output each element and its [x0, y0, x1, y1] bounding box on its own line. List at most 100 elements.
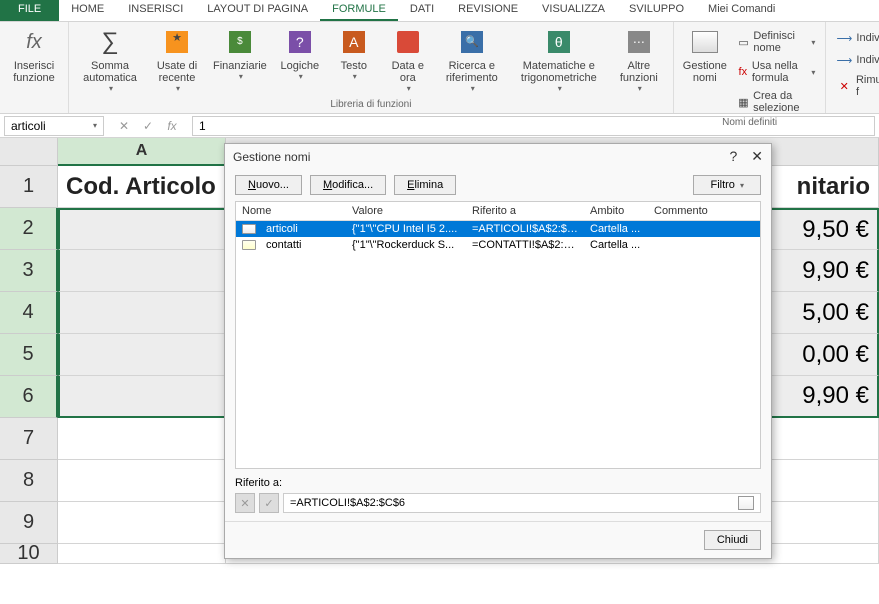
- chiudi-button[interactable]: Chiudi: [704, 530, 761, 550]
- altre-button[interactable]: ⋯ Altre funzioni▾: [611, 24, 667, 95]
- refersto-row: ✕ ✓ =ARTICOLI!$A$2:$C$6: [225, 493, 771, 521]
- definisci-nome-button[interactable]: ▭ Definisci nome ▾: [734, 28, 820, 56]
- modifica-button[interactable]: Modifica...: [310, 175, 386, 195]
- row-header-9[interactable]: 9: [0, 502, 58, 544]
- help-button[interactable]: ?: [729, 148, 737, 165]
- row-header-4[interactable]: 4: [0, 292, 58, 334]
- tab-layout[interactable]: LAYOUT DI PAGINA: [195, 0, 320, 21]
- tab-inserisci[interactable]: INSERISCI: [116, 0, 195, 21]
- ribbon-group-audit: ⟶ Individua ⟶ Individua ✕ Rimuovi f: [826, 22, 879, 113]
- chevron-down-icon: ▾: [299, 72, 303, 81]
- usate-label: Usate di recente: [153, 60, 201, 84]
- range-icon: [242, 240, 256, 250]
- header-ambito[interactable]: Ambito: [584, 202, 648, 220]
- row-commento: [648, 244, 760, 246]
- gestione-nomi-label: Gestione nomi: [681, 60, 729, 84]
- individua-button[interactable]: ⟶ Individua: [832, 28, 879, 48]
- tab-file[interactable]: FILE: [0, 0, 59, 21]
- row-riferito: =CONTATTI!$A$2:$...: [466, 238, 584, 252]
- tab-sviluppo[interactable]: SVILUPPO: [617, 0, 696, 21]
- definisci-nome-label: Definisci nome: [753, 30, 805, 54]
- somma-button[interactable]: ∑ Somma automatica▾: [75, 24, 145, 95]
- header-riferito[interactable]: Riferito a: [466, 202, 584, 220]
- close-button[interactable]: ✕: [751, 148, 763, 165]
- inserisci-funzione-button[interactable]: fx Inserisci funzione: [6, 24, 62, 86]
- row-header-8[interactable]: 8: [0, 460, 58, 502]
- row-header-5[interactable]: 5: [0, 334, 58, 376]
- cell-a3[interactable]: [58, 250, 226, 292]
- row-header-1[interactable]: 1: [0, 166, 58, 208]
- somma-label: Somma automatica: [79, 60, 141, 84]
- finanziarie-button[interactable]: $ Finanziarie▾: [209, 24, 271, 83]
- refersto-cancel-button[interactable]: ✕: [235, 493, 255, 513]
- usa-formula-label: Usa nella formula: [752, 60, 806, 84]
- row-header-6[interactable]: 6: [0, 376, 58, 418]
- row-header-2[interactable]: 2: [0, 208, 58, 250]
- elimina-button[interactable]: Elimina: [394, 175, 456, 195]
- ricerca-button[interactable]: 🔍 Ricerca e riferimento▾: [437, 24, 507, 95]
- trace-dep-icon: ⟶: [836, 52, 852, 68]
- usate-recente-button[interactable]: ★ Usate di recente▾: [149, 24, 205, 95]
- accept-formula-button[interactable]: ✓: [140, 118, 156, 134]
- theta-icon: θ: [543, 26, 575, 58]
- col-header-a[interactable]: A: [58, 138, 226, 166]
- text-icon: A: [338, 26, 370, 58]
- row-header-3[interactable]: 3: [0, 250, 58, 292]
- names-list[interactable]: Nome Valore Riferito a Ambito Commento a…: [235, 201, 761, 469]
- testo-button[interactable]: A Testo▾: [329, 24, 379, 83]
- chevron-down-icon: ▾: [109, 84, 113, 93]
- tab-home[interactable]: HOME: [59, 0, 116, 21]
- ribbon-group-libreria: ∑ Somma automatica▾ ★ Usate di recente▾ …: [69, 22, 674, 113]
- usa-formula-button[interactable]: fx Usa nella formula ▾: [734, 58, 820, 86]
- cell-a5[interactable]: [58, 334, 226, 376]
- matematiche-button[interactable]: θ Matematiche e trigonometriche▾: [511, 24, 607, 95]
- remove-arrows-icon: ✕: [836, 78, 852, 94]
- refersto-input[interactable]: =ARTICOLI!$A$2:$C$6: [283, 493, 761, 513]
- header-nome[interactable]: Nome: [236, 202, 346, 220]
- row-valore: {"1"\"CPU Intel I5 2....: [346, 222, 466, 236]
- select-all-corner[interactable]: [0, 138, 58, 166]
- cancel-formula-button[interactable]: ✕: [116, 118, 132, 134]
- cell-a2[interactable]: [58, 208, 226, 250]
- dialog-titlebar[interactable]: Gestione nomi ? ✕: [225, 144, 771, 169]
- fx-button[interactable]: fx: [164, 118, 180, 134]
- tab-revisione[interactable]: REVISIONE: [446, 0, 530, 21]
- cell-a7[interactable]: [58, 418, 226, 460]
- cell-a10[interactable]: [58, 544, 226, 564]
- refersto-accept-button[interactable]: ✓: [259, 493, 279, 513]
- header-commento[interactable]: Commento: [648, 202, 760, 220]
- logiche-label: Logiche: [281, 60, 320, 72]
- rimuovi-button[interactable]: ✕ Rimuovi f: [832, 72, 879, 100]
- cell-a1[interactable]: Cod. Articolo: [58, 166, 226, 208]
- cell-a8[interactable]: [58, 460, 226, 502]
- name-box[interactable]: articoli ▾: [4, 116, 104, 136]
- individua2-button[interactable]: ⟶ Individua: [832, 50, 879, 70]
- header-valore[interactable]: Valore: [346, 202, 466, 220]
- tab-miei-comandi[interactable]: Miei Comandi: [696, 0, 787, 21]
- name-manager-dialog: Gestione nomi ? ✕ Nuovo... Modifica... E…: [224, 143, 772, 559]
- row-header-7[interactable]: 7: [0, 418, 58, 460]
- gestione-nomi-button[interactable]: Gestione nomi: [680, 24, 730, 86]
- filtro-button[interactable]: Filtro ▾: [693, 175, 761, 195]
- row-header-10[interactable]: 10: [0, 544, 58, 564]
- logiche-button[interactable]: ? Logiche▾: [275, 24, 325, 83]
- tab-formule[interactable]: FORMULE: [320, 0, 398, 21]
- row-nome: articoli: [260, 222, 304, 236]
- tab-dati[interactable]: DATI: [398, 0, 446, 21]
- fx-icon: fx: [18, 26, 50, 58]
- chevron-down-icon: ▾: [740, 181, 744, 190]
- range-picker-button[interactable]: [738, 496, 754, 510]
- data-ora-button[interactable]: Data e ora▾: [383, 24, 433, 95]
- tab-visualizza[interactable]: VISUALIZZA: [530, 0, 617, 21]
- list-row-contatti[interactable]: contatti {"1"\"Rockerduck S... =CONTATTI…: [236, 237, 760, 253]
- define-name-icon: ▭: [738, 34, 750, 50]
- list-row-articoli[interactable]: articoli {"1"\"CPU Intel I5 2.... =ARTIC…: [236, 221, 760, 237]
- cell-a4[interactable]: [58, 292, 226, 334]
- nomi-group-label: Nomi definiti: [680, 116, 820, 129]
- cell-a6[interactable]: [58, 376, 226, 418]
- crea-selezione-button[interactable]: ▦ Crea da selezione: [734, 88, 820, 116]
- nuovo-button[interactable]: Nuovo...: [235, 175, 302, 195]
- cell-a9[interactable]: [58, 502, 226, 544]
- row-ambito: Cartella ...: [584, 222, 648, 236]
- list-header: Nome Valore Riferito a Ambito Commento: [236, 202, 760, 221]
